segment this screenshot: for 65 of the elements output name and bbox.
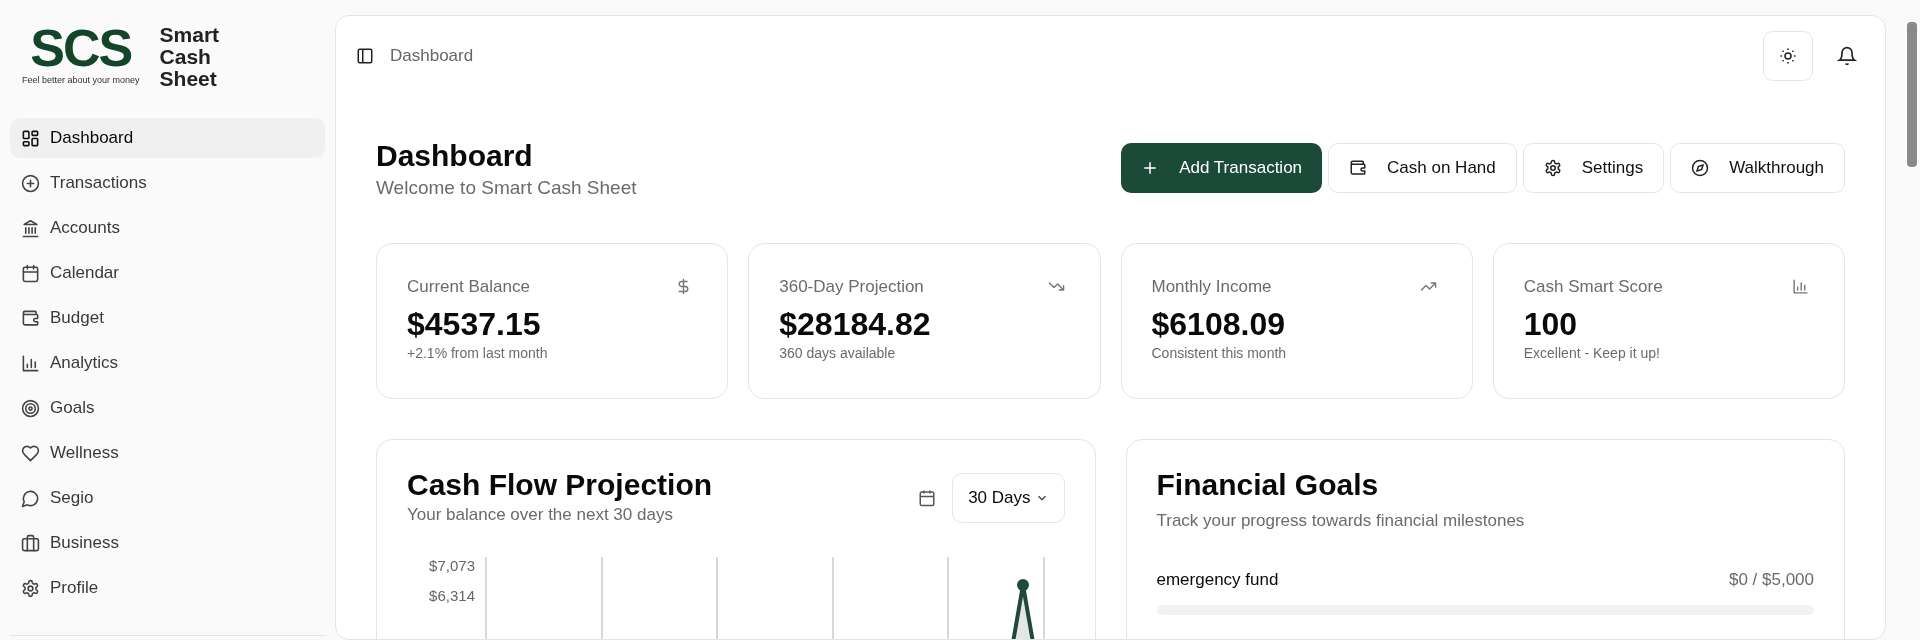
- sidebar-item[interactable]: Transactions: [10, 163, 325, 203]
- heart-icon: [21, 443, 40, 463]
- action-button[interactable]: Add Transaction: [1121, 143, 1323, 193]
- goal-name: emergency fund: [1156, 569, 1279, 591]
- stat-note: Consistent this month: [1151, 344, 1288, 363]
- wallet-icon: [1349, 159, 1368, 177]
- action-button[interactable]: Cash on Hand: [1328, 143, 1517, 193]
- card-subtitle: Track your progress towards financial milestones: [1156, 509, 1526, 532]
- sidebar-item[interactable]: Calendar: [10, 253, 325, 293]
- stat-label: Current Balance: [407, 275, 530, 298]
- stat-value: $4537.15: [407, 305, 542, 343]
- settings-icon: [1543, 159, 1562, 177]
- sidebar-item[interactable]: Budget: [10, 298, 325, 338]
- sidebar-item[interactable]: Wellness: [10, 433, 325, 473]
- settings-icon: [21, 578, 40, 598]
- brand-name: Cash: [159, 46, 212, 68]
- bar-chart-icon: [21, 353, 40, 373]
- action-button[interactable]: Settings: [1522, 143, 1665, 193]
- sidebar-toggle-icon[interactable]: [356, 47, 374, 65]
- bank-icon: [21, 218, 40, 238]
- breadcrumb[interactable]: Dashboard: [390, 43, 474, 69]
- card-subtitle: Your balance over the next 30 days: [407, 503, 674, 526]
- sidebar-item[interactable]: Goals: [10, 388, 325, 428]
- sun-icon: [1779, 47, 1797, 65]
- sidebar-item[interactable]: Dashboard: [10, 118, 325, 158]
- stat-note: 360 days available: [779, 344, 897, 363]
- action-button[interactable]: Walkthrough: [1670, 143, 1845, 193]
- card-title: Financial Goals: [1156, 467, 1380, 502]
- theme-toggle-button[interactable]: [1763, 31, 1813, 81]
- axis-label: $7,073: [429, 557, 475, 575]
- wallet-icon: [21, 308, 40, 328]
- logo-text: SCS: [30, 22, 132, 74]
- brand-name: Sheet: [159, 68, 218, 90]
- plus-circle-icon: [21, 173, 40, 193]
- stat-note: +2.1% from last month: [407, 344, 549, 363]
- goal-amount: $0 / $5,000: [1728, 569, 1814, 591]
- page-subtitle: Welcome to Smart Cash Sheet: [376, 176, 637, 200]
- calendar-icon: [918, 488, 937, 507]
- stat-value: $28184.82: [779, 305, 932, 343]
- notification-bell-icon[interactable]: [1837, 46, 1857, 66]
- sidebar-item[interactable]: Analytics: [10, 343, 325, 383]
- stat-label: 360-Day Projection: [779, 275, 924, 298]
- stat-label: Monthly Income: [1151, 275, 1272, 298]
- stat-value: 100: [1523, 305, 1579, 343]
- stat-label: Cash Smart Score: [1523, 275, 1663, 298]
- chat-bubble-icon: [21, 488, 40, 508]
- sidebar-item[interactable]: Business: [10, 523, 325, 563]
- range-dropdown[interactable]: 30 Days: [952, 472, 1065, 523]
- stat-note: Excellent - Keep it up!: [1523, 344, 1661, 363]
- brand-name: Smart: [159, 24, 220, 46]
- grid-icon: [21, 128, 40, 148]
- briefcase-icon: [21, 533, 40, 553]
- bar-chart-icon: [1792, 277, 1809, 295]
- scrollbar[interactable]: [1907, 22, 1917, 167]
- stat-value: $6108.09: [1151, 305, 1286, 343]
- sidebar-item[interactable]: Profile: [10, 568, 325, 608]
- sidebar-item[interactable]: Accounts: [10, 208, 325, 248]
- axis-label: $6,314: [429, 587, 475, 605]
- logo-tagline: Feel better about your money: [22, 74, 140, 87]
- calendar-icon: [21, 263, 40, 283]
- target-icon: [21, 398, 40, 418]
- compass-icon: [1691, 159, 1710, 177]
- card-title: Cash Flow Projection: [407, 467, 713, 502]
- sidebar-item[interactable]: Segio: [10, 478, 325, 518]
- page-title: Dashboard: [376, 138, 534, 174]
